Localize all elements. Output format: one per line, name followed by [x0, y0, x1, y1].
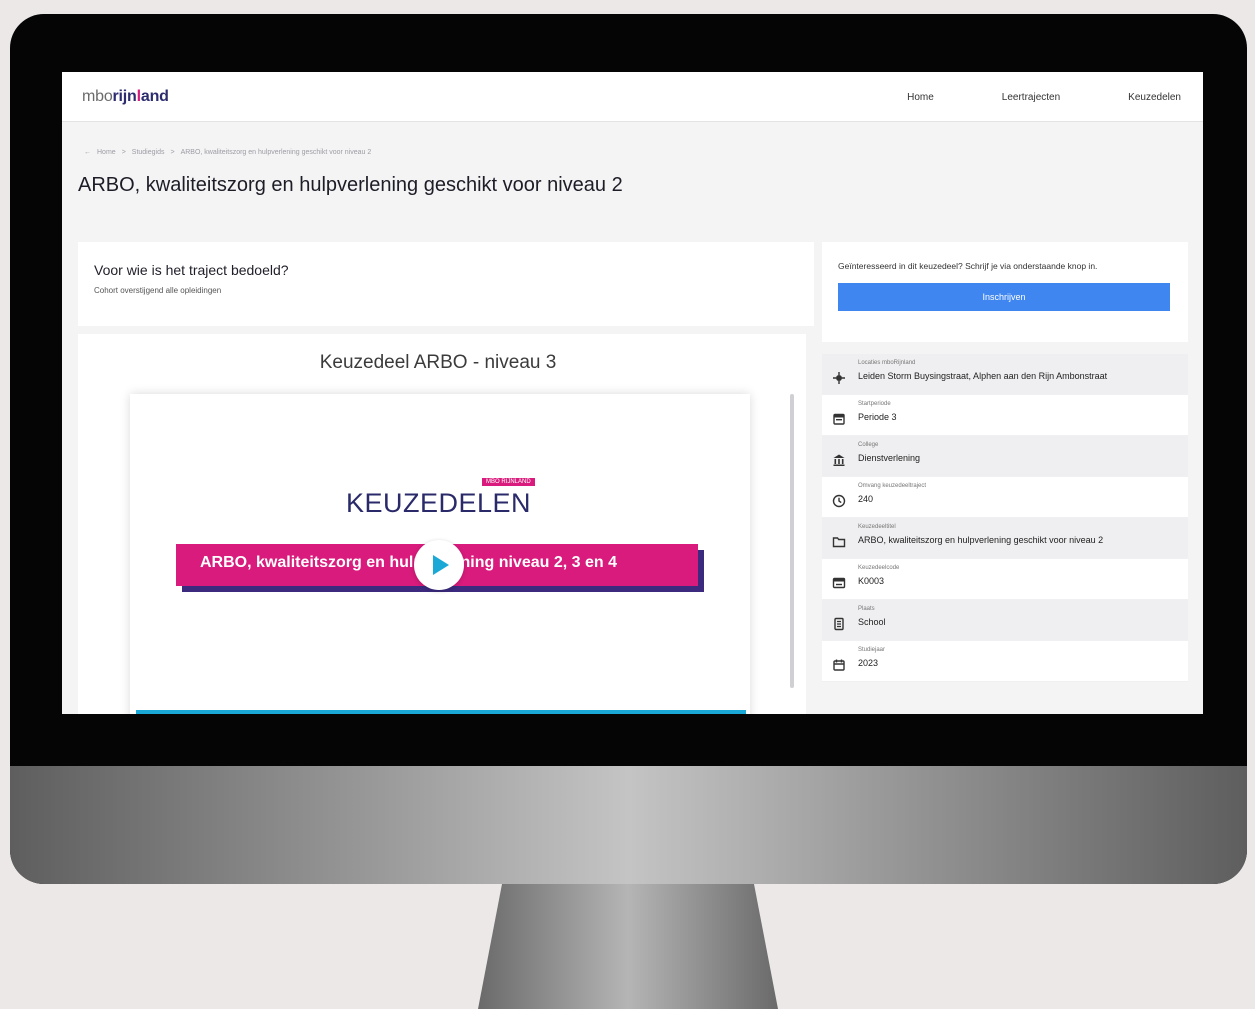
place-icon — [834, 617, 844, 631]
detail-row-keuzedeelcode: Keuzedeelcode K0003 — [822, 559, 1188, 600]
audience-text: Cohort overstijgend alle opleidingen — [94, 286, 222, 295]
detail-value: Periode 3 — [858, 412, 897, 422]
scrollbar[interactable] — [790, 394, 794, 688]
details-list: Locaties mboRijnland Leiden Storm Buysin… — [822, 354, 1188, 682]
detail-row-startperiode: Startperiode Periode 3 — [822, 395, 1188, 436]
detail-value: 2023 — [858, 658, 879, 668]
logo-suffix: and — [140, 87, 169, 105]
nav-leertrajecten[interactable]: Leertrajecten — [1002, 92, 1060, 103]
detail-row-omvang: Omvang keuzedeeltraject 240 — [822, 477, 1188, 518]
site-logo[interactable]: mborijnland — [82, 88, 169, 106]
play-button[interactable] — [414, 540, 464, 590]
clock-icon — [832, 494, 846, 508]
breadcrumb: ← Home > Studiegids > ARBO, kwaliteitszo… — [84, 149, 371, 156]
play-icon — [433, 555, 449, 575]
keuzedelen-logo: KEUZEDELEN — [346, 488, 532, 518]
calendar-icon — [833, 413, 845, 425]
detail-label: Studiejaar — [858, 647, 886, 653]
detail-label: Plaats — [858, 606, 875, 612]
signup-text: Geïnteresseerd in dit keuzedeel? Schrijf… — [838, 261, 1098, 271]
code-icon — [832, 577, 846, 589]
nav-home[interactable]: Home — [907, 92, 934, 103]
top-bar: mborijnland Home Leertrajecten Keuzedele… — [62, 72, 1203, 122]
detail-label: Keuzedeeltitel — [858, 524, 896, 530]
logo-main: rijn — [112, 87, 137, 105]
browser-screen: mborijnland Home Leertrajecten Keuzedele… — [62, 72, 1203, 714]
monitor-chin — [10, 766, 1247, 884]
detail-row-locaties: Locaties mboRijnland Leiden Storm Buysin… — [822, 354, 1188, 395]
detail-row-college: College Dienstverlening — [822, 436, 1188, 477]
detail-label: Keuzedeelcode — [858, 565, 900, 571]
breadcrumb-separator: > — [121, 149, 126, 156]
monitor-stand — [478, 884, 778, 1009]
detail-row-plaats: Plaats School — [822, 600, 1188, 641]
breadcrumb-separator: > — [170, 149, 175, 156]
page-title: ARBO, kwaliteitszorg en hulpverlening ge… — [78, 174, 623, 196]
year-icon — [833, 659, 845, 671]
detail-row-studiejaar: Studiejaar 2023 — [822, 641, 1188, 682]
video-player[interactable]: KEUZEDELEN MBO RIJNLAND ARBO, kwaliteits… — [130, 394, 750, 714]
video-section: Keuzedeel ARBO - niveau 3 KEUZEDELEN MBO… — [78, 334, 806, 714]
detail-value: 240 — [858, 494, 874, 504]
detail-label: College — [858, 442, 879, 448]
video-heading: Keuzedeel ARBO - niveau 3 — [319, 352, 557, 373]
detail-label: Locaties mboRijnland — [858, 360, 916, 366]
breadcrumb-home[interactable]: Home — [97, 149, 116, 156]
detail-value: Dienstverlening — [858, 453, 921, 463]
logo-prefix: mbo — [82, 87, 113, 105]
detail-label: Startperiode — [858, 401, 891, 407]
detail-row-keuzedeeltitel: Keuzedeeltitel ARBO, kwaliteitszorg en h… — [822, 518, 1188, 559]
breadcrumb-studiegids[interactable]: Studiegids — [132, 149, 165, 156]
location-icon — [833, 372, 845, 384]
inschrijven-button[interactable]: Inschrijven — [838, 283, 1170, 311]
breadcrumb-current: ARBO, kwaliteitszorg en hulpverlening ge… — [180, 149, 372, 156]
signup-card: Geïnteresseerd in dit keuzedeel? Schrijf… — [822, 242, 1188, 342]
audience-heading: Voor wie is het traject bedoeld? — [94, 262, 289, 278]
detail-label: Omvang keuzedeeltraject — [858, 483, 927, 489]
detail-value: K0003 — [858, 576, 885, 586]
building-icon — [833, 454, 845, 466]
keuzedelen-logo-tag: MBO RIJNLAND — [482, 478, 535, 486]
detail-value: Leiden Storm Buysingstraat, Alphen aan d… — [858, 371, 1108, 381]
main-nav: Home Leertrajecten Keuzedelen — [907, 72, 1181, 122]
detail-value: ARBO, kwaliteitszorg en hulpverlening ge… — [858, 535, 1104, 545]
back-arrow-icon[interactable]: ← — [84, 149, 91, 156]
folder-icon — [832, 537, 846, 548]
detail-value: School — [858, 617, 886, 627]
audience-card: Voor wie is het traject bedoeld? Cohort … — [78, 242, 814, 326]
video-progress-bar[interactable] — [136, 710, 746, 714]
nav-keuzedelen[interactable]: Keuzedelen — [1128, 92, 1181, 103]
